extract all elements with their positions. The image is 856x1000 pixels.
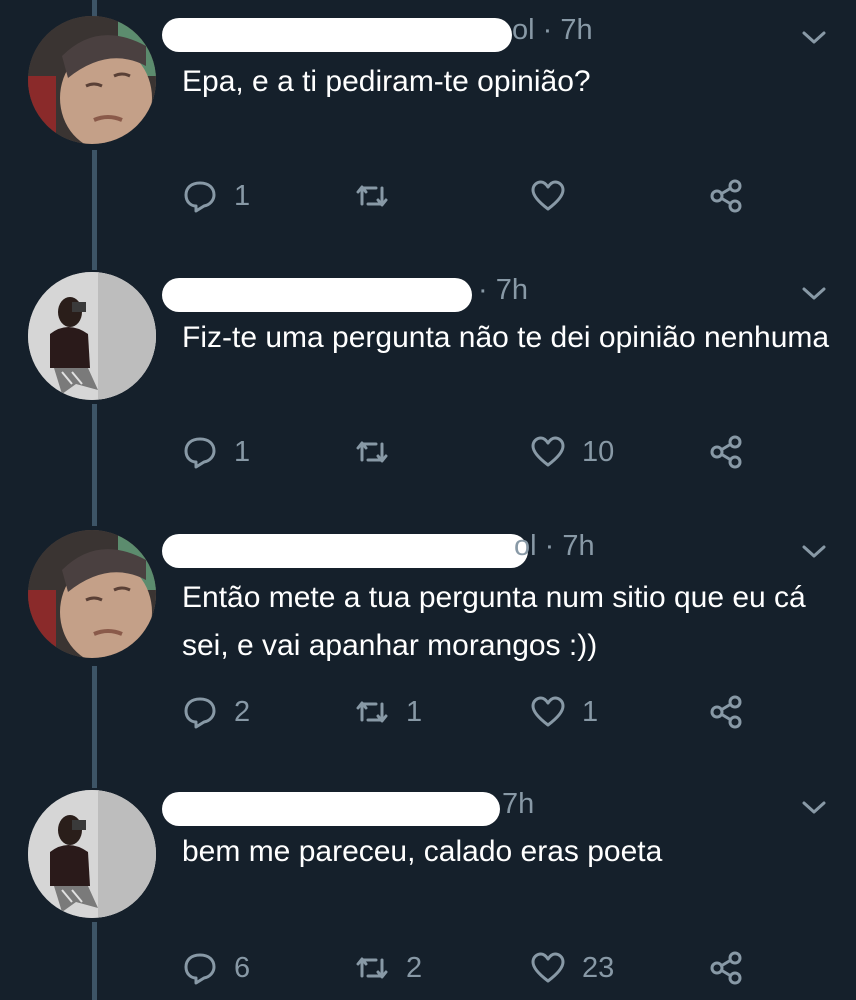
avatar[interactable] [28, 530, 156, 658]
like-button[interactable]: 10 [530, 430, 614, 474]
retweet-icon [356, 701, 388, 723]
profile-photo-icon [28, 272, 156, 400]
redacted-username [162, 792, 500, 826]
reply-button[interactable]: 2 [182, 690, 250, 734]
profile-photo-icon [28, 16, 156, 144]
like-button[interactable]: 23 [530, 946, 614, 990]
tweet-text: Epa, e a ti pediram-te opinião? [182, 65, 591, 98]
like-button[interactable] [530, 174, 582, 218]
tweet-text: bem me pareceu, calado eras poeta [182, 835, 663, 868]
share-button[interactable] [708, 174, 760, 218]
tweet-actions: 1 10 [182, 430, 802, 474]
redacted-username [162, 534, 528, 568]
retweet-icon [356, 185, 388, 207]
heart-icon [531, 696, 565, 727]
avatar[interactable] [28, 790, 156, 918]
tweet-actions: 1 [182, 174, 802, 218]
tweet-text: Fiz-te uma pergunta não te dei opinião n… [182, 321, 830, 354]
tweet-timestamp: · 7h [478, 274, 528, 306]
reply-count: 1 [234, 435, 251, 468]
tweet-header: ol · 7h [162, 12, 782, 52]
profile-photo-icon [28, 790, 156, 918]
tweet-actions: 2 1 1 [182, 690, 802, 734]
reply-icon [184, 697, 216, 729]
tweet-actions: 6 2 23 [182, 946, 802, 990]
avatar[interactable] [28, 272, 156, 400]
chevron-down-icon[interactable] [800, 284, 828, 304]
retweet-icon [356, 957, 388, 979]
tweet-timestamp: 7h [502, 788, 535, 820]
chevron-down-icon[interactable] [800, 28, 828, 48]
tweet-timestamp: ol · 7h [514, 530, 595, 562]
tweet-header: · 7h [162, 272, 782, 312]
chevron-down-icon[interactable] [800, 798, 828, 818]
reply-count: 2 [234, 695, 251, 728]
like-button[interactable]: 1 [530, 690, 598, 734]
redacted-username [162, 278, 472, 312]
share-button[interactable] [708, 946, 760, 990]
heart-icon [531, 952, 565, 983]
like-count: 23 [582, 951, 615, 984]
retweet-button[interactable]: 2 [354, 946, 422, 990]
reply-button[interactable]: 1 [182, 174, 250, 218]
reply-count: 1 [234, 179, 251, 212]
reply-icon [184, 953, 216, 985]
share-icon [710, 695, 742, 729]
redacted-username [162, 18, 512, 52]
retweet-icon [356, 441, 388, 463]
tweet-header: 7h [162, 786, 782, 826]
profile-photo-icon [28, 530, 156, 658]
reply-button[interactable]: 1 [182, 430, 250, 474]
retweet-button[interactable]: 1 [354, 690, 422, 734]
share-icon [710, 951, 742, 985]
share-icon [710, 179, 742, 213]
reply-count: 6 [234, 951, 251, 984]
tweet[interactable]: 7h bem me pareceu, calado eras poeta 6 2… [0, 776, 856, 1000]
heart-icon [531, 436, 565, 467]
heart-icon [531, 180, 565, 211]
tweet-text: Então mete a tua pergunta num sitio que … [182, 581, 806, 662]
share-icon [710, 435, 742, 469]
tweet[interactable]: · 7h Fiz-te uma pergunta não te dei opin… [0, 260, 856, 524]
reply-button[interactable]: 6 [182, 946, 250, 990]
reply-icon [184, 437, 216, 469]
tweet-header: ol · 7h [162, 528, 782, 568]
like-count: 10 [582, 435, 615, 468]
retweet-count: 2 [406, 951, 423, 984]
like-count: 1 [582, 695, 599, 728]
share-button[interactable] [708, 690, 760, 734]
retweet-count: 1 [406, 695, 423, 728]
tweet[interactable]: ol · 7h Epa, e a ti pediram-te opinião? … [0, 0, 856, 260]
retweet-button[interactable] [354, 430, 406, 474]
share-button[interactable] [708, 430, 760, 474]
tweet[interactable]: ol · 7h Então mete a tua pergunta num si… [0, 518, 856, 784]
tweet-timestamp: ol · 7h [512, 14, 593, 46]
avatar[interactable] [28, 16, 156, 144]
retweet-button[interactable] [354, 174, 406, 218]
chevron-down-icon[interactable] [800, 542, 828, 562]
reply-icon [184, 181, 216, 213]
